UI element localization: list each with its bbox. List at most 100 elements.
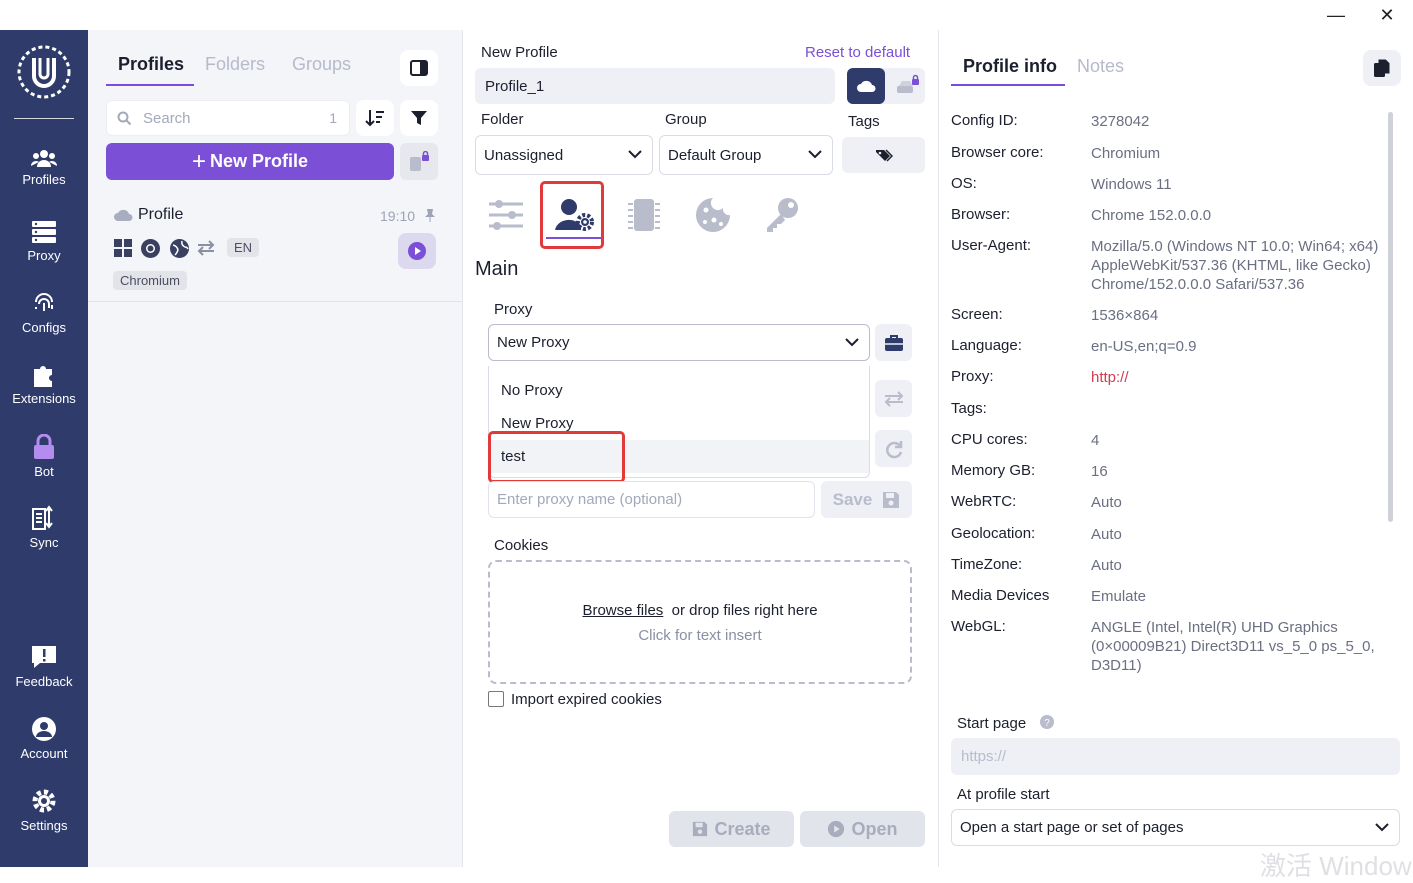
active-tab-indicator [951, 84, 1065, 86]
tab-passwords[interactable] [757, 190, 807, 240]
nav-extensions[interactable]: Extensions [0, 363, 88, 421]
tab-hardware[interactable] [619, 190, 669, 240]
info-value: 1536×864 [1091, 307, 1159, 324]
plus-icon: + [191, 147, 206, 175]
puzzle-icon [34, 366, 52, 387]
pin-icon[interactable] [424, 208, 436, 222]
tags-icon [875, 149, 893, 162]
swap-icon [197, 240, 215, 256]
refresh-proxy-button[interactable] [875, 430, 912, 467]
highlight-test-option [488, 431, 625, 483]
tab-notes[interactable]: Notes [1077, 56, 1124, 77]
reset-to-default-link[interactable]: Reset to default [805, 44, 910, 61]
start-profile-button[interactable] [398, 233, 436, 269]
info-value: 4 [1091, 432, 1100, 449]
nav-profiles[interactable]: Profiles [0, 148, 88, 206]
chip-icon [628, 199, 660, 231]
sort-icon [365, 110, 384, 127]
chevron-down-icon [628, 150, 642, 159]
nav-configs[interactable]: Configs [0, 292, 88, 350]
close-button[interactable]: ✕ [1369, 2, 1405, 28]
profile-card[interactable]: Profile 19:10 EN Chromium [88, 198, 462, 302]
nav-label: Bot [34, 464, 54, 479]
batch-create-button[interactable] [400, 143, 438, 180]
sort-button[interactable] [356, 100, 394, 136]
proxy-manager-button[interactable] [875, 324, 912, 361]
nav-label: Proxy [27, 248, 61, 263]
tab-profiles[interactable]: Profiles [118, 54, 184, 75]
tab-groups[interactable]: Groups [292, 54, 351, 75]
info-value: Auto [1091, 494, 1122, 511]
folder-select[interactable]: Unassigned [475, 135, 653, 175]
tab-cookies[interactable] [688, 190, 738, 240]
panel-icon [410, 60, 428, 76]
import-expired-checkbox[interactable] [488, 691, 504, 707]
search-input[interactable]: Search 1 [106, 100, 350, 136]
cloud-toggle[interactable] [847, 68, 885, 104]
info-value: Emulate [1091, 588, 1147, 605]
info-key: Tags: [951, 400, 987, 417]
group-select[interactable]: Default Group [659, 135, 833, 175]
swap-proxy-button[interactable] [875, 380, 912, 417]
info-key: WebGL: [951, 618, 1006, 635]
search-icon [117, 111, 132, 126]
proxy-select[interactable]: New Proxy [488, 324, 870, 361]
save-proxy-button[interactable]: Save [821, 481, 912, 518]
copy-icon [1374, 58, 1391, 77]
info-value: 3278042 [1091, 113, 1150, 130]
at-profile-start-select[interactable]: Open a start page or set of pages [951, 809, 1400, 846]
help-icon[interactable]: ? [1040, 715, 1054, 729]
nav-label: Sync [29, 535, 59, 550]
at-profile-start-label: At profile start [957, 786, 1050, 803]
cloud-storage-button[interactable] [847, 68, 925, 104]
import-expired-label: Import expired cookies [511, 691, 662, 708]
nav-label: Settings [20, 818, 68, 833]
locked-copy-icon [410, 150, 429, 171]
tab-general-settings[interactable] [481, 190, 531, 240]
save-label: Save [832, 489, 873, 509]
cookies-dropzone[interactable]: Browse files or drop files right here Cl… [488, 560, 912, 684]
nav-settings[interactable]: Settings [0, 788, 88, 846]
fingerprint-icon [35, 293, 53, 311]
proxy-option[interactable]: No Proxy [489, 374, 869, 407]
create-button[interactable]: Create [669, 811, 794, 847]
nav-label: Profiles [22, 172, 66, 187]
info-scrollbar[interactable] [1388, 112, 1393, 522]
text-insert-link[interactable]: Click for text insert [490, 627, 910, 644]
key-icon [767, 198, 798, 232]
toggle-panel-button[interactable] [400, 50, 438, 86]
windows-activation-watermark: 激活 Windows [1260, 851, 1413, 881]
account-icon [32, 717, 56, 741]
nav-bot[interactable]: Bot [0, 434, 88, 492]
proxy-name-input[interactable]: Enter proxy name (optional) [488, 481, 815, 518]
copy-info-button[interactable] [1363, 50, 1401, 86]
new-profile-label: New Profile [209, 151, 309, 171]
locked-storage-icon [897, 74, 919, 93]
main-nav: Profiles Proxy Configs Extensions Bot Sy… [0, 30, 88, 867]
open-button[interactable]: Open [800, 811, 925, 847]
tab-folders[interactable]: Folders [205, 54, 265, 75]
proxy-name-placeholder: Enter proxy name (optional) [497, 491, 683, 508]
info-key: Proxy: [951, 368, 994, 385]
new-profile-button[interactable]: + New Profile [106, 143, 394, 180]
nav-proxy[interactable]: Proxy [0, 220, 88, 278]
info-value: ANGLE (Intel, Intel(R) UHD Graphics (0×0… [1091, 619, 1375, 674]
nav-sync[interactable]: Sync [0, 505, 88, 563]
minimize-button[interactable]: — [1318, 2, 1354, 28]
tab-profile-info[interactable]: Profile info [963, 56, 1057, 77]
nav-feedback[interactable]: Feedback [0, 644, 88, 702]
proxy-label: Proxy [494, 301, 533, 318]
start-page-input[interactable]: https:// [951, 738, 1400, 775]
profile-form: New Profile Reset to default Profile_1 F… [463, 30, 939, 867]
sync-icon [32, 505, 53, 530]
info-key: User-Agent: [951, 237, 1032, 254]
tags-button[interactable] [842, 137, 925, 173]
form-title: New Profile [481, 44, 558, 61]
filter-button[interactable] [400, 100, 438, 136]
profile-name-input[interactable]: Profile_1 [475, 68, 835, 104]
start-page-label: Start page [957, 715, 1027, 732]
info-value: Auto [1091, 557, 1122, 574]
browse-files-link[interactable]: Browse files [582, 602, 663, 619]
nav-account[interactable]: Account [0, 716, 88, 774]
profile-info-panel: Profile info Notes Config ID: 3278042 Bro… [939, 30, 1413, 867]
